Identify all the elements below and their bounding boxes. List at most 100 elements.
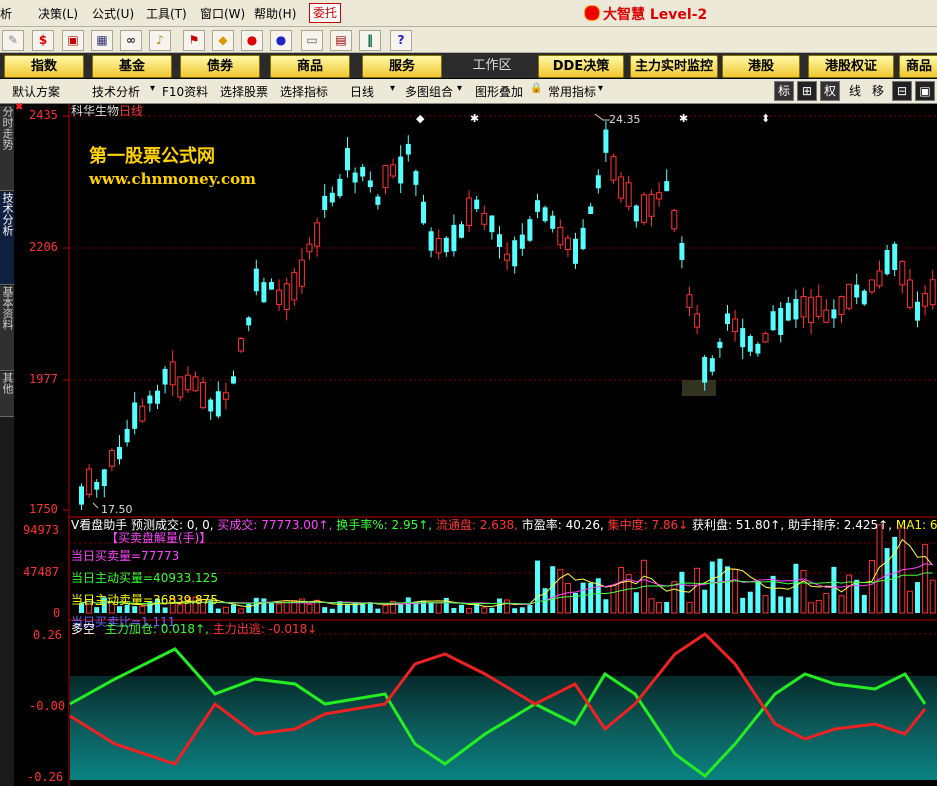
grid-icon[interactable]: ▦ <box>91 30 113 51</box>
tab-intraday[interactable]: 分时走势 <box>0 106 14 191</box>
candle-body <box>527 219 533 241</box>
x-marker-icon[interactable]: ✖ <box>15 102 23 113</box>
candle-body <box>79 486 84 505</box>
analysis-item-1[interactable]: 技术分析 <box>92 83 140 100</box>
dk-label-bottom: -0.26 <box>27 770 64 784</box>
event-marker[interactable]: ✱ <box>470 112 479 125</box>
dropdown-arrow-icon[interactable]: ▾ <box>457 83 462 94</box>
volume-bar <box>671 581 678 614</box>
chart-title: 科华生物日线 <box>71 102 143 119</box>
dropdown-arrow-icon[interactable]: ▾ <box>598 83 603 94</box>
price-label-top: 2435 <box>29 108 58 122</box>
volume-bar <box>793 563 799 613</box>
candle-body <box>238 337 245 352</box>
alarm-icon[interactable]: ♪ <box>149 30 171 51</box>
candle-body <box>314 222 321 247</box>
diamond-icon[interactable]: ◆ <box>212 30 234 51</box>
menu-item-5[interactable]: 帮助(H) <box>254 5 296 22</box>
pen-icon[interactable]: ✎ <box>2 30 24 51</box>
event-marker[interactable]: ✱ <box>679 112 688 125</box>
collapse-button[interactable]: ⊟ <box>892 81 912 101</box>
vol-header-field-5: 集中度: 7.86↓ <box>607 518 693 532</box>
tab-fundamental[interactable]: 基本资料 <box>0 286 14 371</box>
dk-add-value: 主力加仓: 0.018↑, <box>104 622 209 636</box>
category-service-button[interactable]: 服务 <box>362 55 442 78</box>
dollar-icon[interactable]: $ <box>32 30 54 51</box>
ticker-icon[interactable]: ▣ <box>62 30 84 51</box>
analysis-item-6[interactable]: 多图组合 <box>405 83 453 100</box>
candle-body <box>390 164 397 177</box>
candle-body <box>497 234 502 247</box>
menu-item-3[interactable]: 工具(T) <box>146 5 187 22</box>
volume-bar <box>443 597 449 613</box>
candle-body <box>459 224 464 238</box>
volume-bar <box>868 559 875 614</box>
category-fund-button[interactable]: 基金 <box>92 55 172 78</box>
chart-canvas[interactable]: ◆ ✱ ✱ ⬍ <box>15 104 937 786</box>
blue-circle-icon[interactable]: ● <box>270 30 292 51</box>
price-label-bottom: 1750 <box>29 502 58 516</box>
candle-body <box>86 468 93 495</box>
volume-bar <box>466 607 473 614</box>
menu-item-1[interactable]: 决策(L) <box>38 5 78 22</box>
menu-item-4[interactable]: 窗口(W) <box>200 5 245 22</box>
event-marker[interactable]: ◆ <box>416 112 425 125</box>
analysis-item-4[interactable]: 选择指标 <box>280 83 328 100</box>
candle-body <box>892 243 898 271</box>
event-marker[interactable]: ⬍ <box>761 112 770 125</box>
binoculars-icon[interactable]: ∞ <box>120 30 142 51</box>
line-button[interactable]: 线 <box>845 81 865 101</box>
candle-body <box>177 376 184 398</box>
rights-button[interactable]: 权 <box>820 81 840 101</box>
candle-body <box>276 289 283 305</box>
crosshair-button[interactable]: ⊞ <box>797 81 817 101</box>
dropdown-arrow-icon[interactable]: ▾ <box>150 83 155 94</box>
help-pointer-icon[interactable]: ? <box>390 30 412 51</box>
category-index-button[interactable]: 指数 <box>4 55 84 78</box>
commodity-button-2[interactable]: 商品 <box>899 55 937 78</box>
category-bond-button[interactable]: 债券 <box>180 55 260 78</box>
main-monitor-button[interactable]: 主力实时监控 <box>630 55 718 78</box>
chart-area[interactable]: ◆ ✱ ✱ ⬍ ✖ 科华生物日线 第一股票公式网 www.chnmoney.co… <box>15 102 937 786</box>
hk-stock-button[interactable]: 港股 <box>722 55 800 78</box>
candle-body <box>550 215 556 229</box>
tab-other[interactable]: 其他 <box>0 372 14 417</box>
category-commodity-button[interactable]: 商品 <box>270 55 350 78</box>
move-button[interactable]: 移 <box>868 81 888 101</box>
hk-warrant-button[interactable]: 港股权证 <box>808 55 894 78</box>
weituo-button[interactable]: 委托 <box>309 3 342 23</box>
vol-header-field-3: 流通盘: 2.638, <box>435 518 522 532</box>
candle-body <box>755 343 761 354</box>
menu-item-0[interactable]: 析 <box>0 5 12 22</box>
candle-body <box>747 335 753 352</box>
flag-icon[interactable]: ⚑ <box>183 30 205 51</box>
dropdown-arrow-icon[interactable]: ▾ <box>390 83 395 94</box>
analysis-item-7[interactable]: 图形叠加 <box>475 83 523 100</box>
maximize-button[interactable]: ▣ <box>915 81 935 101</box>
mark-button[interactable]: 标 <box>774 81 794 101</box>
volume-bar <box>929 579 936 614</box>
books-icon[interactable]: ‖ <box>359 30 381 51</box>
tab-technical-label: 技术分析 <box>1 192 14 236</box>
analysis-item-0[interactable]: 默认方案 <box>12 83 60 100</box>
candle-body <box>322 195 328 210</box>
candle-body <box>740 328 746 348</box>
menu-item-2[interactable]: 公式(U) <box>92 5 134 22</box>
analysis-item-5[interactable]: 日线 <box>350 83 374 100</box>
volume-bar <box>725 566 730 613</box>
analysis-item-2[interactable]: F10资料 <box>162 83 208 100</box>
red-circle-icon[interactable]: ● <box>241 30 263 51</box>
analysis-item-8[interactable]: 常用指标 <box>548 83 596 100</box>
candle-body <box>367 180 373 188</box>
window-icon[interactable]: ▤ <box>330 30 352 51</box>
candle-body <box>269 282 274 290</box>
brand-text: 大智慧 Level-2 <box>603 7 708 23</box>
volume-bar <box>519 607 525 613</box>
dde-button[interactable]: DDE决策 <box>538 55 624 78</box>
lock-icon[interactable]: 🔒 <box>530 83 542 94</box>
tab-technical[interactable]: 技术分析 <box>0 192 14 285</box>
print-icon[interactable]: ▭ <box>301 30 323 51</box>
candle-body <box>838 296 845 315</box>
candle-body <box>101 469 107 487</box>
analysis-item-3[interactable]: 选择股票 <box>220 83 268 100</box>
